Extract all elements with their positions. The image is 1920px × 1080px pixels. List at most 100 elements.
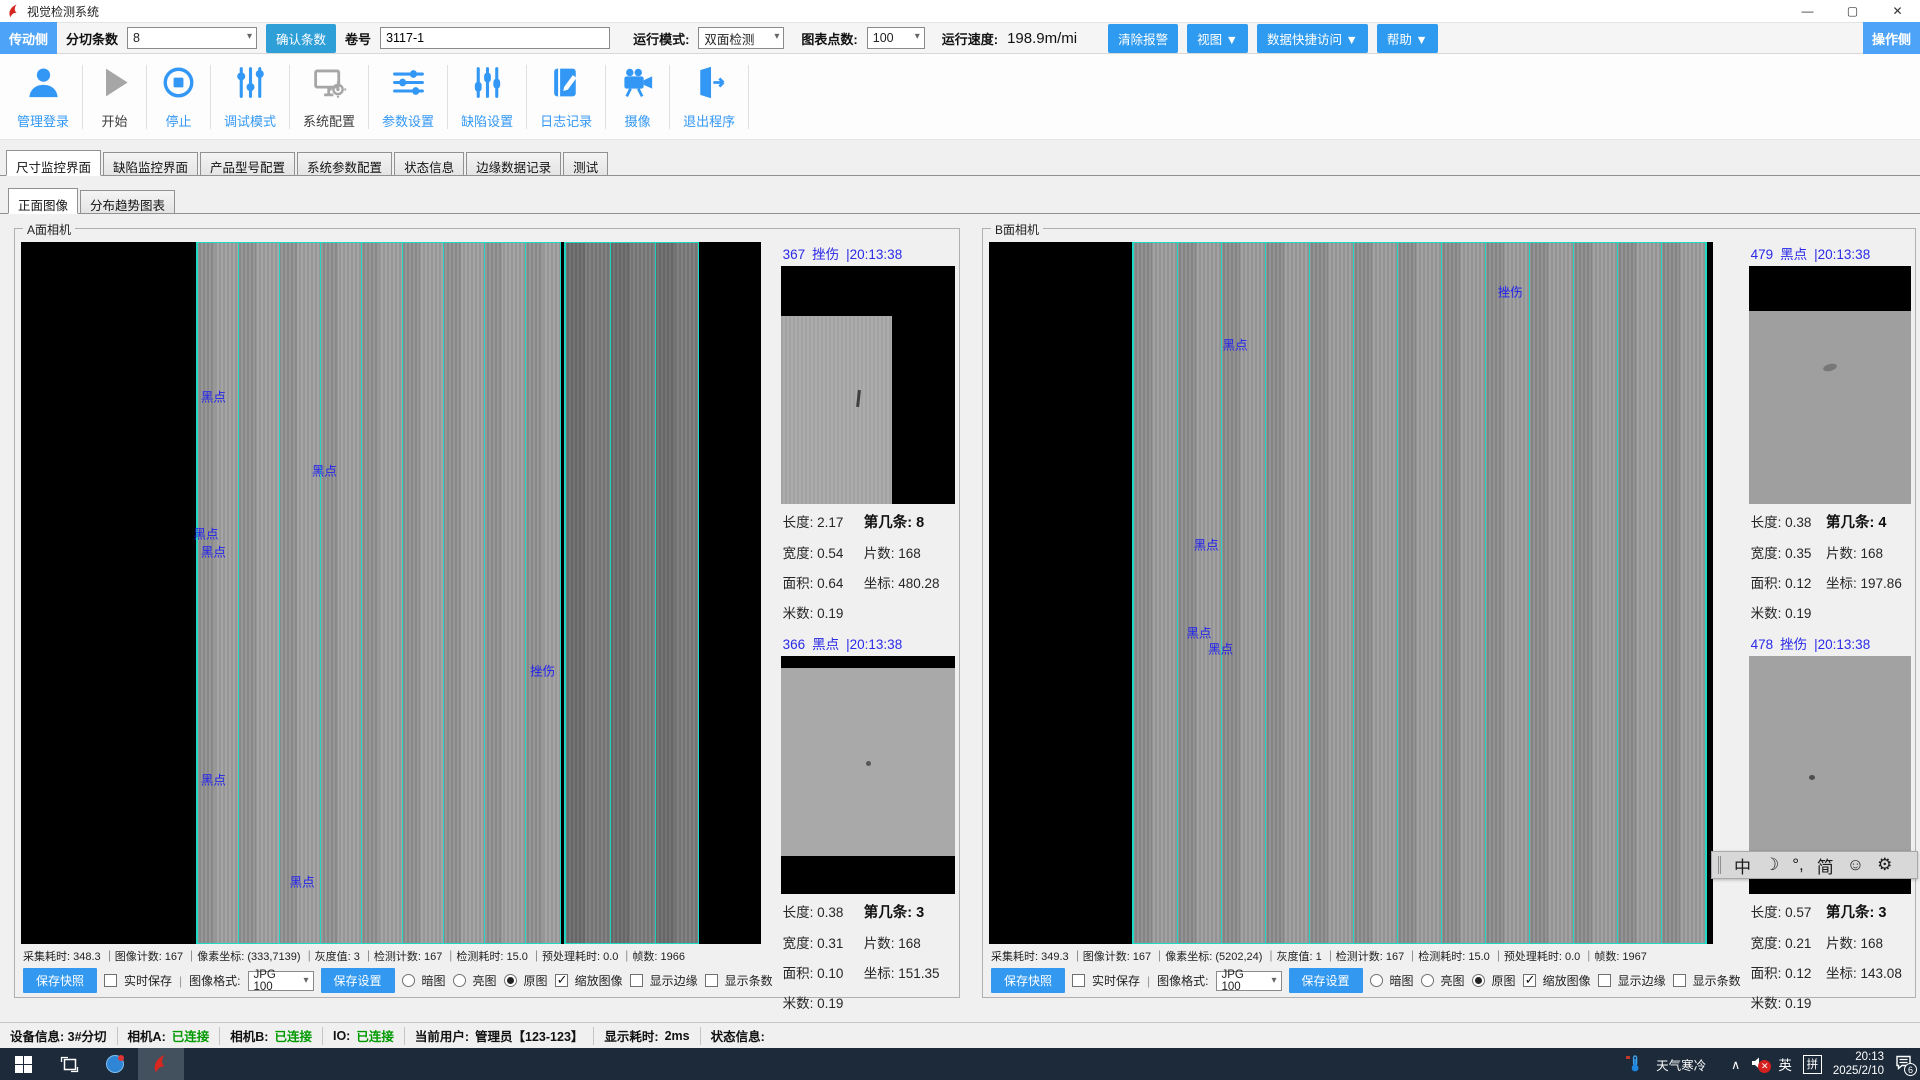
taskbar-app-inspection[interactable] [138, 1048, 184, 1080]
confirm-count-button[interactable]: 确认条数 [266, 24, 336, 53]
tab-status-info[interactable]: 状态信息 [394, 152, 464, 175]
slit-count-select[interactable]: 8 [127, 27, 257, 49]
measure-width: 宽度: 0.54 [783, 542, 864, 562]
defect-type: 黑点 [1780, 243, 1807, 263]
image-format-value: JPG 100 [254, 969, 298, 993]
clock-time: 20:13 [1833, 1050, 1884, 1064]
run-mode-select[interactable]: 双面检测 [698, 27, 784, 49]
tab-size-monitor[interactable]: 尺寸监控界面 [6, 150, 101, 176]
ime-drag-handle[interactable] [1718, 856, 1721, 874]
start-button[interactable] [0, 1048, 46, 1080]
measure-width: 宽度: 0.21 [1751, 932, 1826, 952]
hidden-icons-chevron[interactable]: ∧ [1731, 1057, 1740, 1072]
camera-b-image[interactable]: 挫伤黑点黑点黑点黑点 [989, 242, 1713, 944]
camera-a-image[interactable]: 黑点黑点黑点黑点挫伤黑点黑点 [21, 242, 761, 944]
operator-side-button[interactable]: 操作侧 [1863, 22, 1920, 54]
minimize-button[interactable]: — [1785, 0, 1830, 22]
notification-center-icon[interactable]: 6 [1895, 1055, 1912, 1073]
ime-settings-icon[interactable]: ⚙ [1877, 855, 1892, 875]
help-menu-button[interactable]: 帮助 ▼ [1377, 24, 1438, 53]
tab-defect-monitor[interactable]: 缺陷监控界面 [103, 152, 198, 175]
zoom-image-checkbox[interactable] [1523, 974, 1536, 987]
tool-debug-mode[interactable]: 调试模式 [211, 65, 290, 129]
chart-points-select[interactable]: 100 [867, 27, 925, 49]
defect-card[interactable]: 479 黑点 |20:13:38 长度: 0.38第几条: 4 宽度: 0.35… [1749, 242, 1911, 622]
defect-thumbnail[interactable] [781, 266, 955, 504]
image-format-select[interactable]: JPG 100 [1216, 971, 1282, 991]
tab-edge-data[interactable]: 边缘数据记录 [466, 152, 561, 175]
show-edge-checkbox[interactable] [630, 974, 643, 987]
data-quick-access-button[interactable]: 数据快捷访问 ▼ [1257, 24, 1368, 53]
tab-distribution-chart[interactable]: 分布趋势图表 [80, 190, 175, 213]
clock[interactable]: 20:13 2025/2/10 [1833, 1050, 1884, 1078]
zoom-image-checkbox[interactable] [555, 974, 568, 987]
ime-language-bar[interactable]: 中 ☽ °, 简 ☺ ⚙ [1711, 851, 1918, 879]
measure-width: 宽度: 0.31 [783, 932, 864, 952]
show-strips-checkbox[interactable] [705, 974, 718, 987]
save-settings-button[interactable]: 保存设置 [1289, 968, 1363, 993]
volume-muted-icon[interactable]: ✕ [1751, 1056, 1767, 1073]
clear-alarm-button[interactable]: 清除报警 [1108, 24, 1178, 53]
measure-length: 长度: 0.38 [783, 901, 864, 922]
tool-start[interactable]: 开始 [83, 65, 147, 129]
roll-number-input[interactable] [380, 27, 610, 49]
show-edge-checkbox[interactable] [1598, 974, 1611, 987]
drive-side-button[interactable]: 传动侧 [0, 22, 57, 54]
original-image-radio[interactable] [504, 974, 517, 987]
ime-simplified-icon[interactable]: 简 [1817, 853, 1834, 878]
ime-fullwidth-icon[interactable]: ☽ [1764, 855, 1779, 875]
tool-log[interactable]: 日志记录 [527, 65, 606, 129]
ime-punctuation-icon[interactable]: °, [1792, 855, 1804, 875]
tool-system-config[interactable]: 系统配置 [290, 65, 369, 129]
tab-front-image[interactable]: 正面图像 [8, 188, 78, 214]
realtime-save-checkbox[interactable] [104, 974, 117, 987]
measure-length: 长度: 0.38 [1751, 511, 1826, 532]
tool-param-settings[interactable]: 参数设置 [369, 65, 448, 129]
tab-test[interactable]: 测试 [563, 152, 608, 175]
defect-thumbnail[interactable] [1749, 266, 1911, 504]
defect-measurements: 长度: 0.38第几条: 3 宽度: 0.31片数: 168 面积: 0.10坐… [781, 894, 955, 1012]
close-button[interactable]: ✕ [1875, 0, 1920, 22]
tool-stop[interactable]: 停止 [147, 65, 211, 129]
app-logo-icon [6, 3, 22, 19]
ime-emoji-icon[interactable]: ☺ [1847, 855, 1864, 875]
measure-length: 长度: 0.57 [1751, 901, 1826, 922]
taskbar-app-browser[interactable] [92, 1048, 138, 1080]
realtime-save-label: 实时保存 [1092, 972, 1140, 989]
defect-card[interactable]: 367 挫伤 |20:13:38 长度: 2.17第几条: 8 宽度: 0.54… [781, 242, 955, 622]
weather-text[interactable]: 天气寒冷 [1656, 1055, 1706, 1074]
maximize-button[interactable]: ▢ [1830, 0, 1875, 22]
ime-lang-mode[interactable]: 中 [1734, 853, 1751, 878]
view-menu-button[interactable]: 视图 ▼ [1187, 24, 1248, 53]
tool-camera[interactable]: 摄像 [606, 65, 670, 129]
defect-measurements: 长度: 0.38第几条: 4 宽度: 0.35片数: 168 面积: 0.12坐… [1749, 504, 1911, 622]
camera-a-defect-list: 367 挫伤 |20:13:38 长度: 2.17第几条: 8 宽度: 0.54… [781, 242, 955, 993]
save-snapshot-button[interactable]: 保存快照 [23, 968, 97, 993]
image-format-select[interactable]: JPG 100 [248, 971, 314, 991]
tab-system-params[interactable]: 系统参数配置 [297, 152, 392, 175]
save-snapshot-button[interactable]: 保存快照 [991, 968, 1065, 993]
ime-lang-indicator[interactable]: 英 [1778, 1054, 1792, 1074]
tool-login[interactable]: 管理登录 [4, 65, 83, 129]
icon-toolbar: 管理登录开始停止调试模式系统配置参数设置缺陷设置日志记录摄像退出程序 [0, 54, 1920, 140]
original-image-radio[interactable] [1472, 974, 1485, 987]
show-strips-checkbox[interactable] [1673, 974, 1686, 987]
defect-card[interactable]: 366 黑点 |20:13:38 长度: 0.38第几条: 3 宽度: 0.31… [781, 632, 955, 1012]
bright-image-radio[interactable] [453, 974, 466, 987]
realtime-save-checkbox[interactable] [1072, 974, 1085, 987]
tool-label: 系统配置 [303, 111, 355, 130]
tool-exit[interactable]: 退出程序 [670, 65, 749, 129]
dark-image-radio[interactable] [1370, 974, 1383, 987]
bright-image-label: 亮图 [473, 972, 497, 989]
defect-thumbnail[interactable] [781, 656, 955, 894]
defect-overlay-label: 挫伤 [1498, 282, 1523, 301]
bright-image-radio[interactable] [1421, 974, 1434, 987]
tab-product-model[interactable]: 产品型号配置 [200, 152, 295, 175]
ime-pinyin-icon[interactable]: 拼 [1803, 1055, 1822, 1074]
dark-image-radio[interactable] [402, 974, 415, 987]
defect-card[interactable]: 478 挫伤 |20:13:38 长度: 0.57第几条: 3 宽度: 0.21… [1749, 632, 1911, 1012]
save-settings-button[interactable]: 保存设置 [321, 968, 395, 993]
tool-defect-settings[interactable]: 缺陷设置 [448, 65, 527, 129]
task-view-button[interactable] [46, 1048, 92, 1080]
measure-strip: 第几条: 8 [864, 511, 953, 532]
